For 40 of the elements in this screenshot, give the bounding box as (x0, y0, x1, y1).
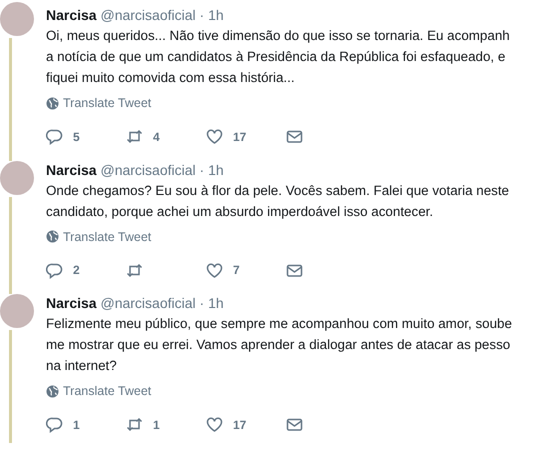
heart-icon[interactable] (206, 416, 223, 433)
translate-link[interactable]: Translate Tweet (46, 382, 152, 400)
heart-icon[interactable] (206, 128, 223, 145)
like-count: 17 (233, 416, 246, 434)
reply-icon[interactable] (46, 416, 63, 433)
globe-icon (46, 384, 59, 398)
retweet-icon[interactable] (126, 128, 143, 145)
globe-icon (46, 230, 59, 243)
translate-link[interactable]: Translate Tweet (46, 228, 152, 246)
reply-count: 1 (73, 416, 80, 434)
author-name[interactable]: Narcisa (46, 295, 97, 311)
author-name[interactable]: Narcisa (46, 7, 97, 23)
retweet-icon[interactable] (126, 416, 143, 433)
tweet-text: Onde chegamos? Eu sou à flor da pele. Vocês sabem. Falei que votaria neste candidato, porque achei um absurdo imperdoável isso acontecer. (46, 182, 510, 221)
tweet-time[interactable]: 1h (208, 295, 224, 311)
reply-icon[interactable] (46, 262, 63, 278)
retweet-count: 1 (153, 416, 160, 434)
author-handle[interactable]: @narcisaoficial (100, 7, 196, 23)
separator-dot: · (200, 162, 204, 178)
reply-count: 2 (73, 262, 80, 279)
tweet-time[interactable]: 1h (208, 7, 224, 23)
heart-icon[interactable] (206, 262, 223, 278)
tweet-time[interactable]: 1h (208, 162, 224, 178)
globe-icon (46, 96, 59, 110)
separator-dot: · (200, 7, 204, 23)
author-handle[interactable]: @narcisaoficial (100, 162, 196, 178)
reply-icon[interactable] (46, 128, 63, 145)
envelope-icon[interactable] (286, 128, 303, 145)
separator-dot: · (200, 295, 204, 311)
envelope-icon[interactable] (286, 416, 303, 433)
like-count: 7 (233, 262, 240, 279)
retweet-icon[interactable] (126, 262, 143, 278)
retweet-count: 4 (153, 128, 160, 146)
like-count: 17 (233, 128, 246, 146)
translate-link[interactable]: Translate Tweet (46, 94, 152, 112)
tweet-text: Oi, meus queridos... Não tive dimensão do que isso se tornaria. Eu acompanh a notícia de que um candidatos à Presidência da República foi esfaqueado, e fiquei muito comovida com essa história... (46, 27, 511, 87)
reply-count: 5 (73, 128, 80, 146)
author-handle[interactable]: @narcisaoficial (100, 295, 196, 311)
author-name[interactable]: Narcisa (46, 162, 97, 178)
tweet-text: Felizmente meu público, que sempre me acompanhou com muito amor, soube me mostrar que eu errei. Vamos aprender a dialogar antes de atacar as pesso na internet? (46, 315, 513, 375)
